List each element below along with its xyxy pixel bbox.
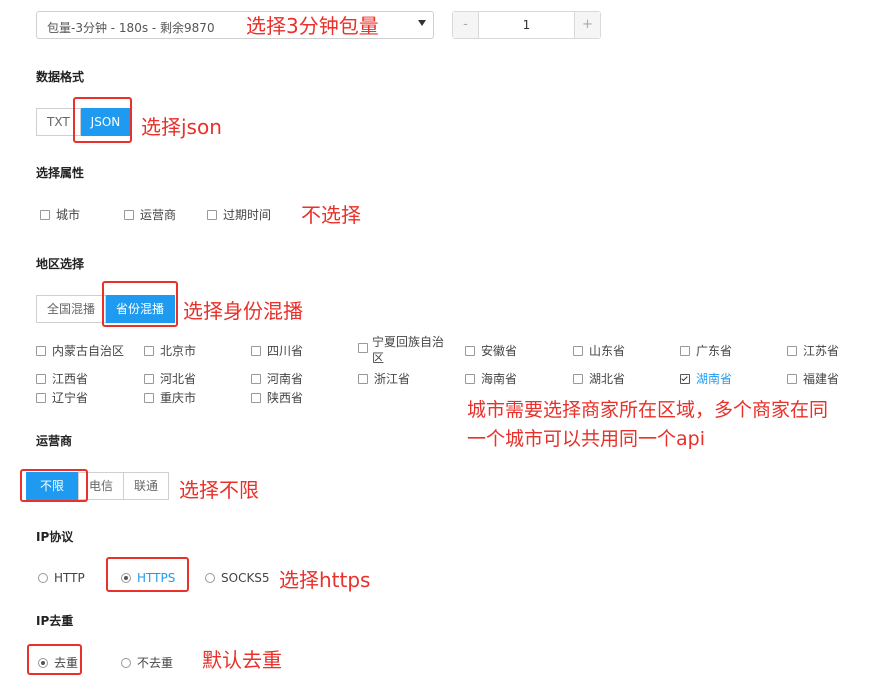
- annotation-city-line2: 一个城市可以共用同一个api: [467, 428, 705, 450]
- data-format-heading: 数据格式: [36, 70, 85, 84]
- annotation-box-operator: [20, 469, 88, 502]
- dedupe-off-radio[interactable]: 不去重: [121, 654, 173, 671]
- annotation-box-protocol: [106, 557, 189, 592]
- annotation-operator: 选择不限: [179, 478, 259, 502]
- province-checkbox[interactable]: 浙江省: [358, 370, 410, 387]
- annotation-attributes: 不选择: [301, 203, 361, 227]
- attribute-operator-checkbox[interactable]: 运营商: [124, 206, 176, 223]
- province-checkbox[interactable]: 江西省: [36, 370, 88, 387]
- province-checkbox-checked[interactable]: 湖南省: [680, 370, 732, 387]
- annotation-package: 选择3分钟包量: [246, 14, 379, 38]
- province-checkbox[interactable]: 河南省: [251, 370, 303, 387]
- attribute-expiry-checkbox[interactable]: 过期时间: [207, 206, 271, 223]
- annotation-city-line1: 城市需要选择商家所在区域，多个商家在同: [467, 399, 829, 421]
- province-checkbox[interactable]: 重庆市: [144, 389, 196, 406]
- province-checkbox[interactable]: 宁夏回族自治区: [358, 334, 450, 366]
- quantity-value[interactable]: 1: [479, 12, 574, 38]
- region-heading: 地区选择: [36, 257, 85, 271]
- protocol-heading: IP协议: [36, 530, 74, 544]
- province-checkbox[interactable]: 陕西省: [251, 389, 303, 406]
- protocol-socks5-radio[interactable]: SOCKS5: [205, 570, 270, 585]
- annotation-protocol: 选择https: [279, 568, 371, 592]
- package-select-value: 包量-3分钟 - 180s - 剩余9870: [47, 21, 215, 35]
- annotation-box-dedupe: [27, 644, 82, 675]
- operator-unicom-button[interactable]: 联通: [124, 472, 170, 500]
- province-checkbox[interactable]: 江苏省: [787, 342, 839, 359]
- region-mode-national-button[interactable]: 全国混播: [36, 295, 107, 323]
- annotation-format: 选择json: [141, 115, 222, 139]
- province-checkbox[interactable]: 辽宁省: [36, 389, 88, 406]
- dedupe-heading: IP去重: [36, 614, 74, 628]
- province-checkbox[interactable]: 山东省: [573, 342, 625, 359]
- annotation-dedupe: 默认去重: [202, 648, 282, 672]
- province-checkbox[interactable]: 海南省: [465, 370, 517, 387]
- attributes-heading: 选择属性: [36, 166, 85, 180]
- province-checkbox[interactable]: 广东省: [680, 342, 732, 359]
- increment-button[interactable]: +: [574, 12, 600, 38]
- quantity-stepper[interactable]: - 1 +: [452, 11, 601, 39]
- annotation-city: 城市需要选择商家所在区域，多个商家在同 一个城市可以共用同一个api: [467, 396, 872, 454]
- decrement-button[interactable]: -: [453, 12, 479, 38]
- province-checkbox[interactable]: 河北省: [144, 370, 196, 387]
- province-checkbox[interactable]: 内蒙古自治区: [36, 342, 124, 359]
- attribute-city-checkbox[interactable]: 城市: [40, 206, 80, 223]
- annotation-region: 选择身份混播: [183, 299, 303, 323]
- operator-heading: 运营商: [36, 434, 73, 448]
- annotation-box-region: [102, 281, 178, 327]
- province-checkbox[interactable]: 四川省: [251, 342, 303, 359]
- chevron-down-icon: [418, 20, 426, 26]
- checkmark-icon: [680, 373, 690, 384]
- province-checkbox[interactable]: 北京市: [144, 342, 196, 359]
- province-checkbox[interactable]: 安徽省: [465, 342, 517, 359]
- province-checkbox[interactable]: 福建省: [787, 370, 839, 387]
- annotation-box-format: [73, 97, 132, 143]
- province-checkbox[interactable]: 湖北省: [573, 370, 625, 387]
- protocol-http-radio[interactable]: HTTP: [38, 570, 85, 585]
